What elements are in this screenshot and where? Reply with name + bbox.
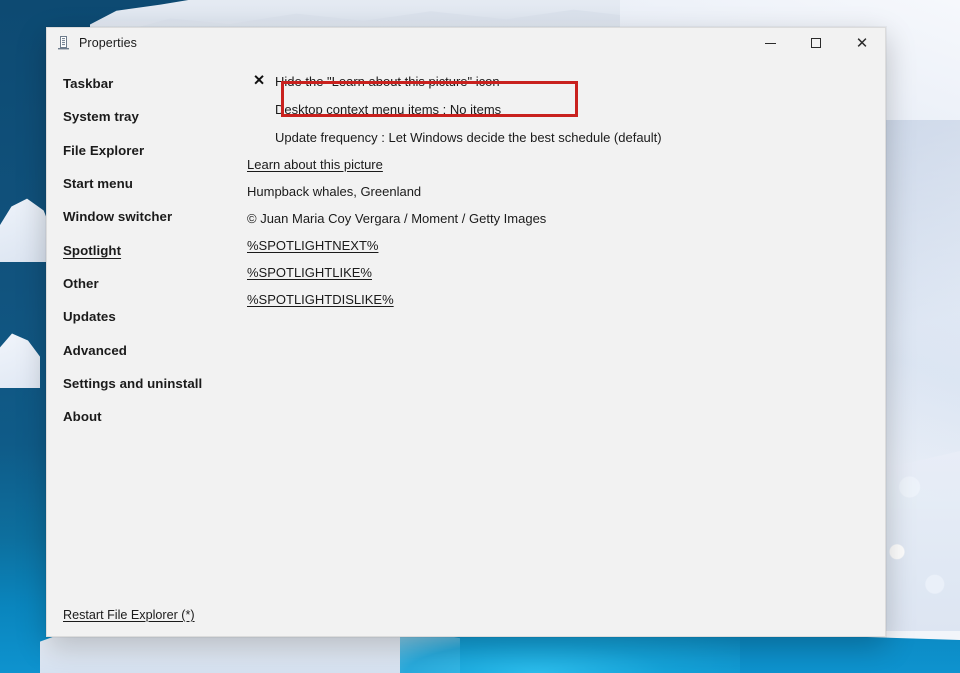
window-titlebar[interactable]: Properties ✕ bbox=[47, 28, 885, 58]
properties-window: Properties ✕ Taskbar bbox=[46, 27, 886, 637]
sidebar-item-start-menu[interactable]: Start menu bbox=[47, 167, 247, 200]
sidebar-item-system-tray[interactable]: System tray bbox=[47, 100, 247, 133]
sidebar-item-label: Advanced bbox=[63, 343, 127, 358]
row-spotlight-dislike[interactable]: %SPOTLIGHTDISLIKE% bbox=[247, 286, 885, 313]
sidebar-item-label: Window switcher bbox=[63, 209, 172, 224]
row-spotlight-next[interactable]: %SPOTLIGHTNEXT% bbox=[247, 232, 885, 259]
picture-title-text: Humpback whales, Greenland bbox=[247, 184, 421, 199]
sidebar-item-label: Taskbar bbox=[63, 76, 113, 91]
picture-credit-text: © Juan Maria Coy Vergara / Moment / Gett… bbox=[247, 211, 546, 226]
minimize-button[interactable] bbox=[747, 28, 793, 58]
sidebar-item-other[interactable]: Other bbox=[47, 267, 247, 300]
option-desktop-context-menu-items[interactable]: Desktop context menu items : No items bbox=[247, 95, 885, 123]
window-controls: ✕ bbox=[747, 28, 885, 58]
window-title: Properties bbox=[79, 36, 137, 50]
sidebar-item-label: Settings and uninstall bbox=[63, 376, 202, 391]
option-update-frequency[interactable]: Update frequency : Let Windows decide th… bbox=[247, 123, 885, 151]
sidebar-item-window-switcher[interactable]: Window switcher bbox=[47, 200, 247, 233]
minimize-icon bbox=[765, 43, 776, 44]
row-spotlight-like[interactable]: %SPOTLIGHTLIKE% bbox=[247, 259, 885, 286]
sidebar-item-updates[interactable]: Updates bbox=[47, 300, 247, 333]
link-learn-about-this-picture[interactable]: Learn about this picture bbox=[247, 157, 383, 172]
sidebar-item-file-explorer[interactable]: File Explorer bbox=[47, 134, 247, 167]
sidebar-item-label: Updates bbox=[63, 309, 116, 324]
sidebar-item-label: Spotlight bbox=[63, 243, 121, 258]
maximize-button[interactable] bbox=[793, 28, 839, 58]
maximize-icon bbox=[811, 38, 821, 48]
checkbox-cross-icon[interactable]: ✕ bbox=[253, 74, 275, 89]
sidebar-item-advanced[interactable]: Advanced bbox=[47, 333, 247, 366]
sidebar-item-label: Start menu bbox=[63, 176, 133, 191]
link-spotlight-next[interactable]: %SPOTLIGHTNEXT% bbox=[247, 238, 378, 253]
sidebar-item-label: Other bbox=[63, 276, 99, 291]
desktop: Properties ✕ Taskbar bbox=[0, 0, 960, 673]
sidebar-item-about[interactable]: About bbox=[47, 400, 247, 433]
sidebar-item-taskbar[interactable]: Taskbar bbox=[47, 67, 247, 100]
close-button[interactable]: ✕ bbox=[839, 28, 885, 58]
spotlight-settings-pane: ✕ Hide the "Learn about this picture" ic… bbox=[247, 58, 885, 636]
link-spotlight-like[interactable]: %SPOTLIGHTLIKE% bbox=[247, 265, 372, 280]
sidebar-item-label: System tray bbox=[63, 109, 139, 124]
option-label: Desktop context menu items : No items bbox=[275, 102, 501, 117]
properties-window-icon bbox=[56, 35, 72, 51]
sidebar-item-settings-and-uninstall[interactable]: Settings and uninstall bbox=[47, 367, 247, 400]
option-label: Update frequency : Let Windows decide th… bbox=[275, 130, 662, 145]
titlebar-left-group: Properties bbox=[47, 35, 137, 51]
option-hide-learn-about-icon[interactable]: ✕ Hide the "Learn about this picture" ic… bbox=[247, 67, 885, 95]
option-label: Hide the "Learn about this picture" icon bbox=[275, 74, 500, 89]
sidebar-item-label: File Explorer bbox=[63, 143, 144, 158]
sidebar-item-label: About bbox=[63, 409, 102, 424]
row-learn-about-this-picture[interactable]: Learn about this picture bbox=[247, 151, 885, 178]
row-picture-title: Humpback whales, Greenland bbox=[247, 178, 885, 205]
window-body: Taskbar System tray File Explorer Start … bbox=[47, 58, 885, 636]
settings-sidebar: Taskbar System tray File Explorer Start … bbox=[47, 58, 247, 636]
link-restart-file-explorer[interactable]: Restart File Explorer (*) bbox=[63, 608, 195, 622]
sidebar-item-spotlight[interactable]: Spotlight bbox=[47, 233, 247, 266]
link-spotlight-dislike[interactable]: %SPOTLIGHTDISLIKE% bbox=[247, 292, 394, 307]
footer: Restart File Explorer (*) bbox=[63, 608, 195, 622]
row-picture-credit: © Juan Maria Coy Vergara / Moment / Gett… bbox=[247, 205, 885, 232]
close-icon: ✕ bbox=[856, 36, 869, 51]
